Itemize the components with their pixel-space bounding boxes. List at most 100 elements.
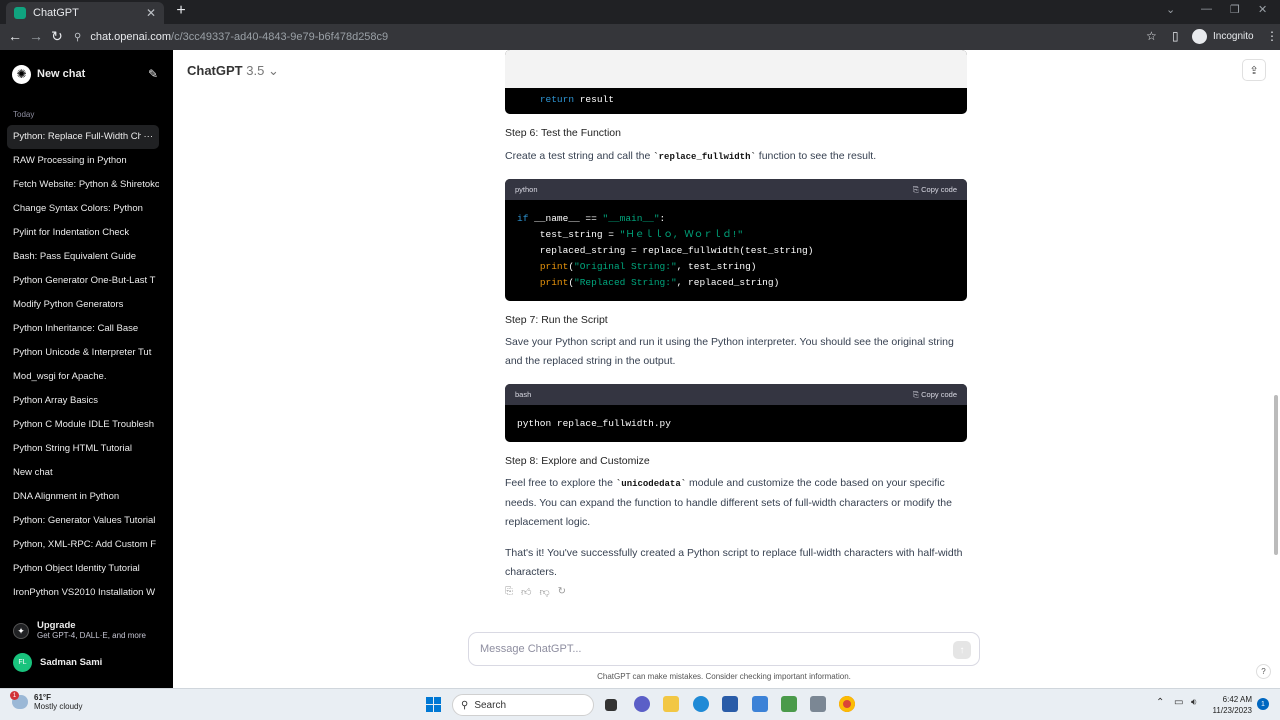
arrow-up-icon: ↑ [959,644,965,656]
sidebar-chat-item[interactable]: IronPython VS2010 Installation W [7,581,159,605]
share-button[interactable]: ⇪ [1242,59,1266,81]
site-info-icon[interactable]: ⚲ [74,32,81,43]
close-tab-icon[interactable]: ✕ [146,6,156,20]
app-icon[interactable] [781,696,797,712]
sidebar-chat-item[interactable]: New chat [7,461,159,485]
browser-menu-icon[interactable]: ⋮ [1266,29,1278,43]
back-icon[interactable]: ← [6,28,24,44]
code-block-bash: bash ⎘ Copy code python replace_fullwidt… [505,384,967,442]
weather-widget[interactable]: 1 61°F Mostly cloudy [10,691,83,711]
sidebar-chat-item[interactable]: Fetch Website: Python & Shiretoko [7,173,159,197]
sidebar-chat-item[interactable]: DNA Alignment in Python [7,485,159,509]
clock[interactable]: 6:42 AM 11/23/2023 [1206,694,1252,716]
start-button[interactable] [426,697,441,712]
scrollbar-thumb[interactable] [1274,395,1278,555]
sidebar-chat-label: Python Unicode & Interpreter Tut [13,347,152,358]
code-token: print [539,261,569,272]
side-panel-icon[interactable]: ▯ [1172,29,1179,43]
address-bar-row: ← → ↻ ⚲ chat.openai.com/c/3cc49337-ad40-… [0,24,1280,50]
code-token: "__main__" [602,213,660,224]
file-explorer-icon[interactable] [663,696,679,712]
step8-title: Step 8: Explore and Customize [505,455,650,467]
sidebar-chat-item[interactable]: Mod_wsgi for Apache. [7,365,159,389]
sidebar-chat-item[interactable]: Pylint for Indentation Check [7,221,159,245]
volume-icon[interactable]: 🔉︎ [1191,697,1197,708]
new-chat-button[interactable]: ✺ New chat ✎ [6,63,158,85]
step7-text: Save your Python script and run it using… [505,336,954,367]
copy-icon[interactable]: ⎘ [505,586,513,598]
sidebar-chat-label: DNA Alignment in Python [13,491,120,502]
close-window-icon[interactable]: ✕ [1258,3,1267,16]
new-tab-button[interactable]: + [172,2,190,20]
regenerate-icon[interactable]: ↻ [558,586,566,598]
sidebar-chat-item[interactable]: Python C Module IDLE Troublesh [7,413,159,437]
upgrade-button[interactable]: ✦ Upgrade Get GPT-4, DALL·E, and more [13,620,146,640]
code-token: test_string = [517,229,620,240]
sidebar-chat-item[interactable]: Python: Generator Values Tutorial [7,509,159,533]
sidebar-chat-item[interactable]: Python Unicode & Interpreter Tut [7,341,159,365]
code-block-previous: return result [505,50,967,114]
sidebar-chat-item[interactable]: Modify Python Generators [7,293,159,317]
incognito-indicator[interactable]: Incognito [1192,29,1254,44]
step8-text: Feel free to explore the `unicodedata` m… [505,474,967,532]
more-options-icon[interactable]: ··· [140,125,153,149]
message-input[interactable]: Message ChatGPT... ↑ [468,632,980,666]
thumbs-down-icon[interactable]: 👎︎ [539,586,549,598]
upgrade-subtitle: Get GPT-4, DALL·E, and more [37,631,146,640]
copy-code-button[interactable]: ⎘ Copy code [913,185,957,195]
sidebar-chat-item[interactable]: RAW Processing in Python [7,149,159,173]
sidebar-chat-item[interactable]: Python Generator One-But-Last T [7,269,159,293]
thumbs-up-icon[interactable]: 👍︎ [521,586,531,598]
sidebar-chat-item[interactable]: Python Object Identity Tutorial [7,557,159,581]
app-icon[interactable] [810,696,826,712]
message-actions: ⎘ 👍︎ 👎︎ ↻ [505,586,566,598]
model-selector[interactable]: ChatGPT 3.5 ⌄ [187,63,279,79]
sidebar-chat-label: Python Inheritance: Call Base [13,323,139,334]
reload-icon[interactable]: ↻ [48,28,66,45]
sidebar-chat-item[interactable]: Python, XML-RPC: Add Custom F [7,533,159,557]
show-hidden-icons-icon[interactable]: ⌃ [1156,697,1164,708]
sidebar-chat-item[interactable]: Python Array Basics [7,389,159,413]
restore-icon[interactable]: ❐ [1230,3,1240,16]
network-icon[interactable]: ▭ [1174,697,1183,708]
minimize-icon[interactable]: — [1201,3,1212,15]
forward-icon[interactable]: → [27,28,45,44]
send-button[interactable]: ↑ [953,641,971,659]
vscode-icon[interactable] [752,696,768,712]
weather-desc: Mostly cloudy [34,702,83,711]
cloud-icon: 1 [10,691,28,709]
sidebar-chat-item[interactable]: Python String HTML Tutorial [7,437,159,461]
sidebar-chat-item[interactable]: Bash: Pass Equivalent Guide [7,245,159,269]
copy-code-button[interactable]: ⎘ Copy code [913,390,957,400]
sidebar-chat-label: Python C Module IDLE Troublesh [13,419,154,430]
browser-tab[interactable]: ChatGPT ✕ [6,2,164,24]
sidebar-chat-label: Pylint for Indentation Check [13,227,130,238]
sidebar-chat-label: Change Syntax Colors: Python [13,203,143,214]
chat-app-icon[interactable] [634,696,650,712]
code-token: , test_string) [676,261,757,272]
url-field[interactable]: ⚲ chat.openai.com/c/3cc49337-ad40-4843-9… [74,28,1164,46]
user-name: Sadman Sami [40,657,103,668]
notification-badge[interactable]: 1 [1257,698,1269,710]
edit-icon[interactable]: ✎ [148,67,158,81]
user-menu[interactable]: FL Sadman Sami [13,653,102,672]
openai-logo-icon: ✺ [12,64,31,84]
sidebar-chat-label: Python: Generator Values Tutorial [13,515,156,526]
edge-browser-icon[interactable] [693,696,709,712]
incognito-icon [1192,29,1207,44]
upgrade-title: Upgrade [37,620,76,631]
sidebar-chat-item[interactable]: Change Syntax Colors: Python [7,197,159,221]
code-language-label: bash [515,390,532,399]
step7-title: Step 7: Run the Script [505,314,608,326]
sidebar-chat-label: RAW Processing in Python [13,155,127,166]
taskbar-search[interactable]: ⚲ Search [452,694,594,716]
sidebar-chat-item[interactable]: Python Inheritance: Call Base [7,317,159,341]
store-icon[interactable] [722,696,738,712]
bookmark-star-icon[interactable]: ☆ [1146,29,1157,43]
tab-search-chevron-icon[interactable]: ⌄ [1166,3,1175,16]
sidebar-chat-label: IronPython VS2010 Installation W [13,587,156,598]
chrome-icon[interactable] [839,696,855,712]
task-view-icon[interactable] [605,699,617,711]
sidebar-chat-item[interactable]: Python: Replace Full-Width Ch ··· [7,125,159,149]
help-button[interactable]: ? [1256,664,1271,679]
